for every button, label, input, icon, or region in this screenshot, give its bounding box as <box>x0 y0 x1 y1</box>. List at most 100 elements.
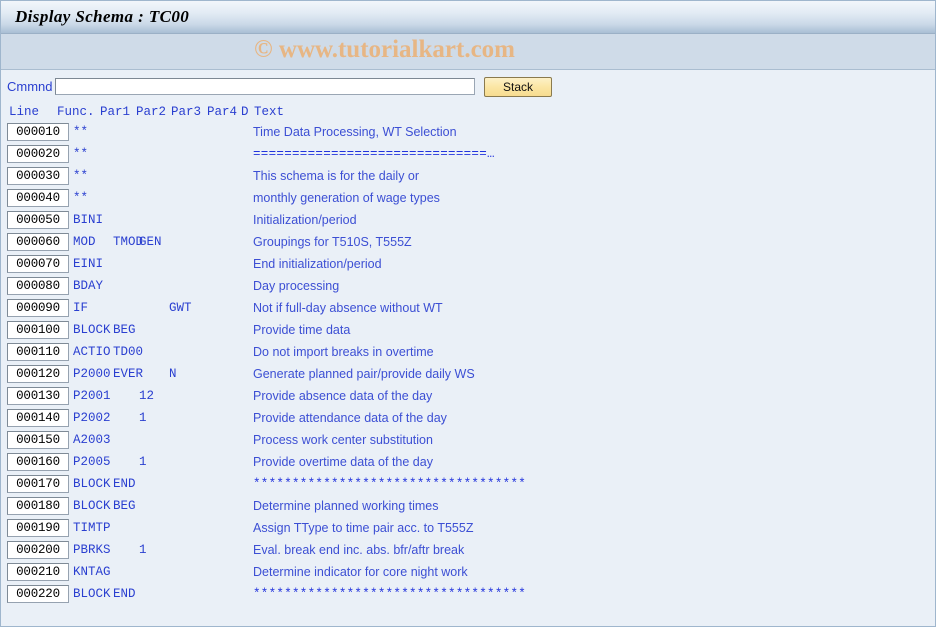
cell-par1[interactable]: BEG <box>113 323 136 337</box>
table-row[interactable]: 000210 KNTAG Determine indicator for core … <box>1 562 935 584</box>
cell-func[interactable]: P2000 <box>73 367 111 381</box>
cell-par1[interactable]: EVER <box>113 367 143 381</box>
line-number-field[interactable]: 000140 <box>7 409 69 427</box>
stack-button[interactable]: Stack <box>484 76 552 97</box>
cell-func[interactable]: KNTAG <box>73 565 111 579</box>
line-number-field[interactable]: 000190 <box>7 519 69 537</box>
cell-func[interactable]: BLOCK <box>73 477 111 491</box>
cell-func[interactable]: PBRKS <box>73 543 111 557</box>
table-row[interactable]: 000080 BDAY Day processing <box>1 276 935 298</box>
line-number-field[interactable]: 000070 <box>7 255 69 273</box>
line-number-field[interactable]: 000040 <box>7 189 69 207</box>
cell-func[interactable]: ** <box>73 169 88 183</box>
line-number-field[interactable]: 000210 <box>7 563 69 581</box>
cell-func[interactable]: P2002 <box>73 411 111 425</box>
table-row[interactable]: 000190 TIMTP Assign TType to time pair acc… <box>1 518 935 540</box>
cell-func[interactable]: ACTIO <box>73 345 111 359</box>
line-number-field[interactable]: 000050 <box>7 211 69 229</box>
table-row[interactable]: 000220 BLOCK END **************************… <box>1 584 935 606</box>
line-number-field[interactable]: 000160 <box>7 453 69 471</box>
cell-text[interactable]: Provide attendance data of the day <box>253 411 447 425</box>
table-row[interactable]: 000150 A2003 Process work center substitut… <box>1 430 935 452</box>
cell-text[interactable]: *********************************** <box>253 587 526 601</box>
cell-func[interactable]: TIMTP <box>73 521 111 535</box>
table-row[interactable]: 000060 MOD TMOD GEN Groupings for T510S, T55… <box>1 232 935 254</box>
line-number-field[interactable]: 000110 <box>7 343 69 361</box>
table-row[interactable]: 000010 ** Time Data Processing, WT Selecti… <box>1 122 935 144</box>
line-number-field[interactable]: 000220 <box>7 585 69 603</box>
cell-func[interactable]: ** <box>73 147 88 161</box>
table-row[interactable]: 000050 BINI Initialization/period <box>1 210 935 232</box>
table-row[interactable]: 000030 ** This schema is for the daily or <box>1 166 935 188</box>
cell-text[interactable]: monthly generation of wage types <box>253 191 440 205</box>
table-row[interactable]: 000160 P2005 1 Provide overtime data of the… <box>1 452 935 474</box>
table-row[interactable]: 000110 ACTIO TD00 Do not import breaks in o… <box>1 342 935 364</box>
line-number-field[interactable]: 000090 <box>7 299 69 317</box>
table-row[interactable]: 000200 PBRKS 1 Eval. break end inc. abs. bf… <box>1 540 935 562</box>
table-row[interactable]: 000070 EINI End initialization/period <box>1 254 935 276</box>
cell-par1[interactable]: END <box>113 477 136 491</box>
line-number-field[interactable]: 000170 <box>7 475 69 493</box>
cell-text[interactable]: Determine planned working times <box>253 499 439 513</box>
line-number-field[interactable]: 000120 <box>7 365 69 383</box>
table-row[interactable]: 000130 P2001 12 Provide absence data of the… <box>1 386 935 408</box>
table-row[interactable]: 000020 ** ==============================… <box>1 144 935 166</box>
table-row[interactable]: 000180 BLOCK BEG Determine planned working … <box>1 496 935 518</box>
line-number-field[interactable]: 000100 <box>7 321 69 339</box>
cell-func[interactable]: ** <box>73 191 88 205</box>
table-row[interactable]: 000100 BLOCK BEG Provide time data <box>1 320 935 342</box>
cell-text[interactable]: Provide time data <box>253 323 350 337</box>
table-row[interactable]: 000170 BLOCK END **************************… <box>1 474 935 496</box>
cell-text[interactable]: Provide overtime data of the day <box>253 455 433 469</box>
cell-text[interactable]: *********************************** <box>253 477 526 491</box>
cell-text[interactable]: End initialization/period <box>253 257 382 271</box>
cell-func[interactable]: A2003 <box>73 433 111 447</box>
line-number-field[interactable]: 000200 <box>7 541 69 559</box>
line-number-field[interactable]: 000150 <box>7 431 69 449</box>
table-row[interactable]: 000090 IF GWT Not if full-day absence witho… <box>1 298 935 320</box>
cell-text[interactable]: ==============================… <box>253 147 495 161</box>
cell-func[interactable]: BLOCK <box>73 323 111 337</box>
cell-par2[interactable]: 1 <box>139 543 147 557</box>
cell-text[interactable]: Not if full-day absence without WT <box>253 301 443 315</box>
cell-text[interactable]: Time Data Processing, WT Selection <box>253 125 457 139</box>
cell-func[interactable]: ** <box>73 125 88 139</box>
command-input[interactable] <box>55 78 475 95</box>
cell-par2[interactable]: GEN <box>139 235 162 249</box>
line-number-field[interactable]: 000180 <box>7 497 69 515</box>
cell-func[interactable]: EINI <box>73 257 103 271</box>
cell-par3[interactable]: GWT <box>169 301 192 315</box>
table-row[interactable]: 000120 P2000 EVER N Generate planned pair/pr… <box>1 364 935 386</box>
cell-text[interactable]: Assign TType to time pair acc. to T555Z <box>253 521 473 535</box>
cell-par1[interactable]: TD00 <box>113 345 143 359</box>
cell-text[interactable]: Provide absence data of the day <box>253 389 432 403</box>
cell-func[interactable]: P2001 <box>73 389 111 403</box>
table-row[interactable]: 000140 P2002 1 Provide attendance data of t… <box>1 408 935 430</box>
cell-par2[interactable]: 1 <box>139 411 147 425</box>
cell-func[interactable]: BINI <box>73 213 103 227</box>
line-number-field[interactable]: 000020 <box>7 145 69 163</box>
table-row[interactable]: 000040 ** monthly generation of wage types <box>1 188 935 210</box>
cell-par2[interactable]: 1 <box>139 455 147 469</box>
cell-text[interactable]: Determine indicator for core night work <box>253 565 468 579</box>
cell-text[interactable]: Generate planned pair/provide daily WS <box>253 367 475 381</box>
cell-text[interactable]: Eval. break end inc. abs. bfr/aftr break <box>253 543 464 557</box>
line-number-field[interactable]: 000030 <box>7 167 69 185</box>
cell-text[interactable]: Groupings for T510S, T555Z <box>253 235 412 249</box>
cell-func[interactable]: IF <box>73 301 88 315</box>
line-number-field[interactable]: 000060 <box>7 233 69 251</box>
cell-func[interactable]: BDAY <box>73 279 103 293</box>
cell-func[interactable]: MOD <box>73 235 96 249</box>
cell-text[interactable]: Do not import breaks in overtime <box>253 345 434 359</box>
cell-func[interactable]: BLOCK <box>73 499 111 513</box>
cell-func[interactable]: BLOCK <box>73 587 111 601</box>
cell-text[interactable]: This schema is for the daily or <box>253 169 419 183</box>
cell-par2[interactable]: 12 <box>139 389 154 403</box>
line-number-field[interactable]: 000010 <box>7 123 69 141</box>
line-number-field[interactable]: 000130 <box>7 387 69 405</box>
cell-text[interactable]: Day processing <box>253 279 339 293</box>
cell-par1[interactable]: END <box>113 587 136 601</box>
cell-par3[interactable]: N <box>169 367 177 381</box>
cell-func[interactable]: P2005 <box>73 455 111 469</box>
cell-text[interactable]: Process work center substitution <box>253 433 433 447</box>
